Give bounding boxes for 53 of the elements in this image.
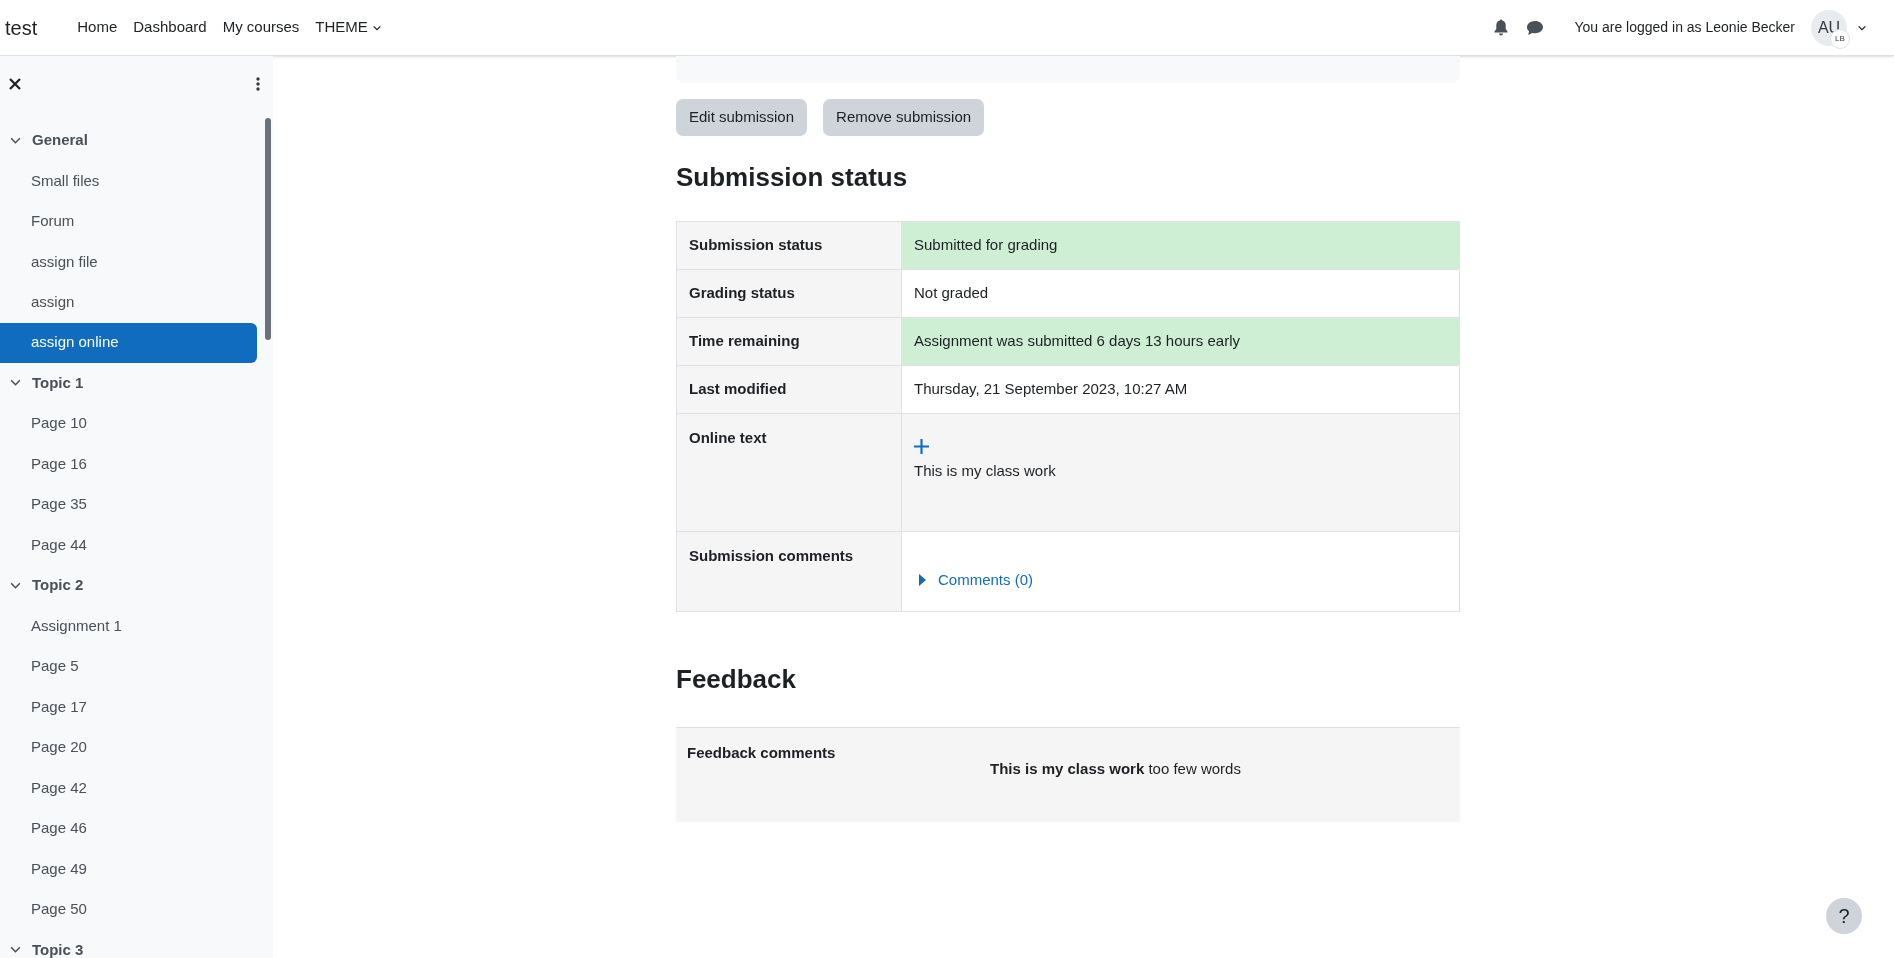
course-index-item[interactable]: Small files — [0, 160, 257, 201]
login-info: You are logged in as Leonie Becker — [1574, 18, 1795, 37]
site-name[interactable]: test — [5, 12, 38, 43]
section-title[interactable]: General — [32, 129, 88, 152]
section-heading: Submission status — [676, 161, 909, 194]
course-index-item[interactable]: Page 16 — [0, 443, 257, 484]
comments-link[interactable]: Comments (0) — [914, 557, 1447, 592]
course-index-item[interactable]: Page 50 — [0, 889, 257, 930]
row-label: Feedback comments — [686, 743, 837, 763]
nav-link[interactable]: Dashboard — [125, 16, 215, 39]
course-index-item[interactable]: Page 42 — [0, 767, 257, 808]
bell-icon[interactable] — [1493, 19, 1510, 36]
action-button[interactable]: Edit submission — [676, 99, 808, 136]
course-index-item[interactable]: assign file — [0, 241, 257, 282]
row-label: Time remaining — [676, 317, 902, 366]
course-index-item[interactable]: Page 35 — [0, 484, 257, 525]
row-label: Last modified — [676, 365, 902, 414]
cell-text: Submitted for grading — [914, 236, 1058, 254]
section-title[interactable]: Topic 3 — [32, 938, 84, 958]
caret-right-icon — [919, 574, 926, 587]
course-index-item[interactable]: Assignment 1 — [0, 605, 257, 646]
row-label: Submission status — [676, 221, 902, 270]
nav-link[interactable]: Home — [69, 16, 126, 39]
course-index-item[interactable]: assign online — [0, 322, 257, 363]
cell-text: This is my class work — [914, 461, 1056, 481]
nav-link[interactable]: THEME — [307, 16, 390, 39]
course-index-item[interactable]: Page 44 — [0, 524, 257, 565]
course-index-item[interactable]: assign — [0, 282, 257, 323]
course-index-item[interactable]: Page 5 — [0, 646, 257, 687]
cell-text: Thursday, 21 September 2023, 10:27 AM — [914, 380, 1188, 398]
course-index-item[interactable]: Forum — [0, 201, 257, 242]
plus-icon[interactable] — [914, 439, 929, 454]
row-label: Grading status — [676, 269, 902, 318]
chat-icon[interactable] — [1526, 19, 1545, 36]
scrollbar-thumb[interactable] — [265, 118, 271, 340]
cell-text: Not graded — [914, 284, 989, 302]
more-options-icon[interactable] — [256, 77, 260, 91]
nav-link[interactable]: My courses — [214, 16, 308, 39]
course-index-item[interactable]: Page 20 — [0, 727, 257, 768]
section-title[interactable]: Topic 2 — [32, 574, 84, 597]
course-index-item[interactable]: Page 46 — [0, 808, 257, 849]
action-button[interactable]: Remove submission — [823, 99, 985, 136]
row-label: Online text — [676, 413, 902, 532]
section-heading: Feedback — [676, 663, 797, 696]
course-index-item[interactable]: Page 49 — [0, 848, 257, 889]
feedback-text: This is my class work too few words — [990, 759, 1241, 779]
help-button[interactable]: ? — [1826, 898, 1862, 934]
close-icon[interactable] — [9, 78, 21, 90]
course-index-item[interactable]: Page 10 — [0, 403, 257, 444]
cell-text: Assignment was submitted 6 days 13 hours early — [914, 332, 1240, 350]
course-index-item[interactable]: Page 17 — [0, 686, 257, 727]
section-title[interactable]: Topic 1 — [32, 371, 84, 394]
row-label: Submission comments — [676, 531, 902, 612]
